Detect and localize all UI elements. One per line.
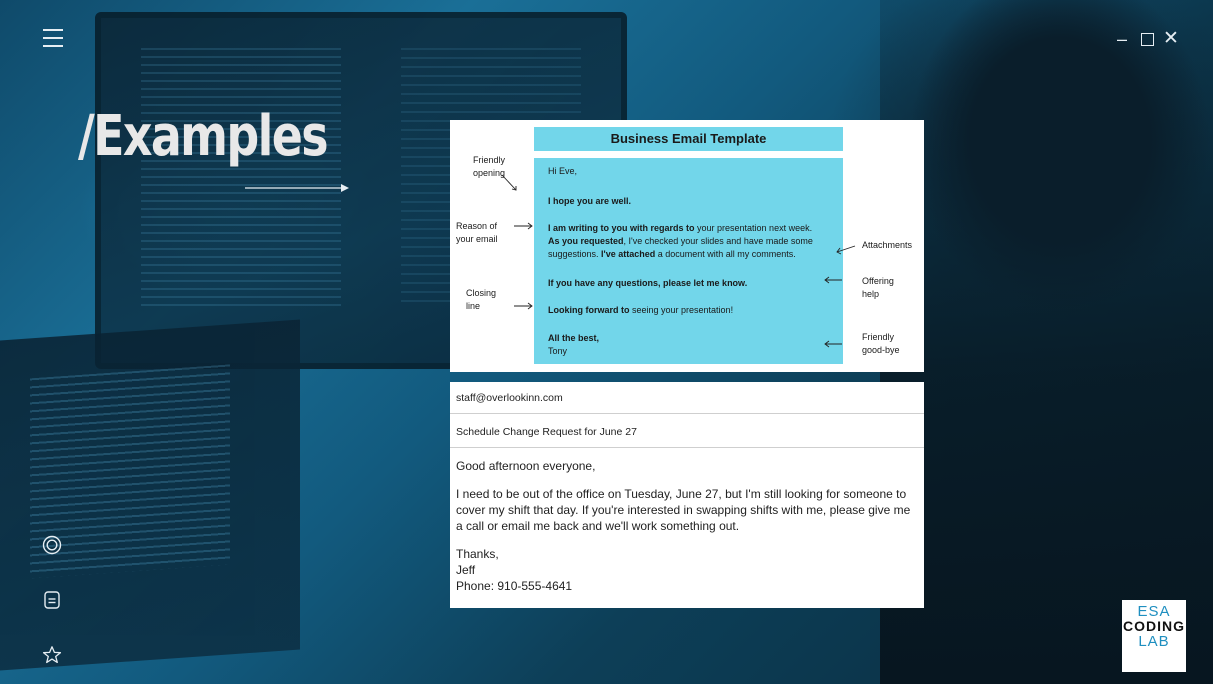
email-signature-phone: Phone: 910-555-4641 xyxy=(456,579,573,593)
email-body-line: a call or email me back and we'll work s… xyxy=(456,519,740,533)
close-button[interactable]: ✕ xyxy=(1163,29,1179,48)
hamburger-menu-icon[interactable] xyxy=(43,29,63,49)
email-body-line: I need to be out of the office on Tuesda… xyxy=(456,487,907,501)
background-laptop xyxy=(0,319,300,671)
email-subject-field: Schedule Change Request for June 27 xyxy=(450,416,924,448)
email-greeting: Good afternoon everyone, xyxy=(456,459,596,473)
maximize-button[interactable] xyxy=(1141,33,1154,46)
star-icon[interactable] xyxy=(42,645,62,665)
target-icon[interactable] xyxy=(42,535,62,555)
document-icon[interactable] xyxy=(42,590,62,610)
email-signoff: Thanks, xyxy=(456,547,499,561)
email-to-field: staff@overlookinn.com xyxy=(450,382,924,414)
background-person xyxy=(880,0,1213,684)
esa-coding-lab-logo: ESA CODING LAB xyxy=(1122,600,1186,672)
email-body-line: cover my shift that day. If you're inter… xyxy=(456,503,911,517)
minimize-button[interactable]: – xyxy=(1117,30,1127,48)
business-email-template: Business Email Template Hi Eve, I hope y… xyxy=(450,120,924,372)
email-signature-name: Jeff xyxy=(456,563,476,577)
email-body: Good afternoon everyone, I need to be ou… xyxy=(456,458,918,594)
email-example: staff@overlookinn.com Schedule Change Re… xyxy=(450,382,924,608)
annotation-arrows xyxy=(501,174,856,348)
arrow-right-icon xyxy=(245,184,349,192)
page-title: /Examples xyxy=(78,104,329,169)
